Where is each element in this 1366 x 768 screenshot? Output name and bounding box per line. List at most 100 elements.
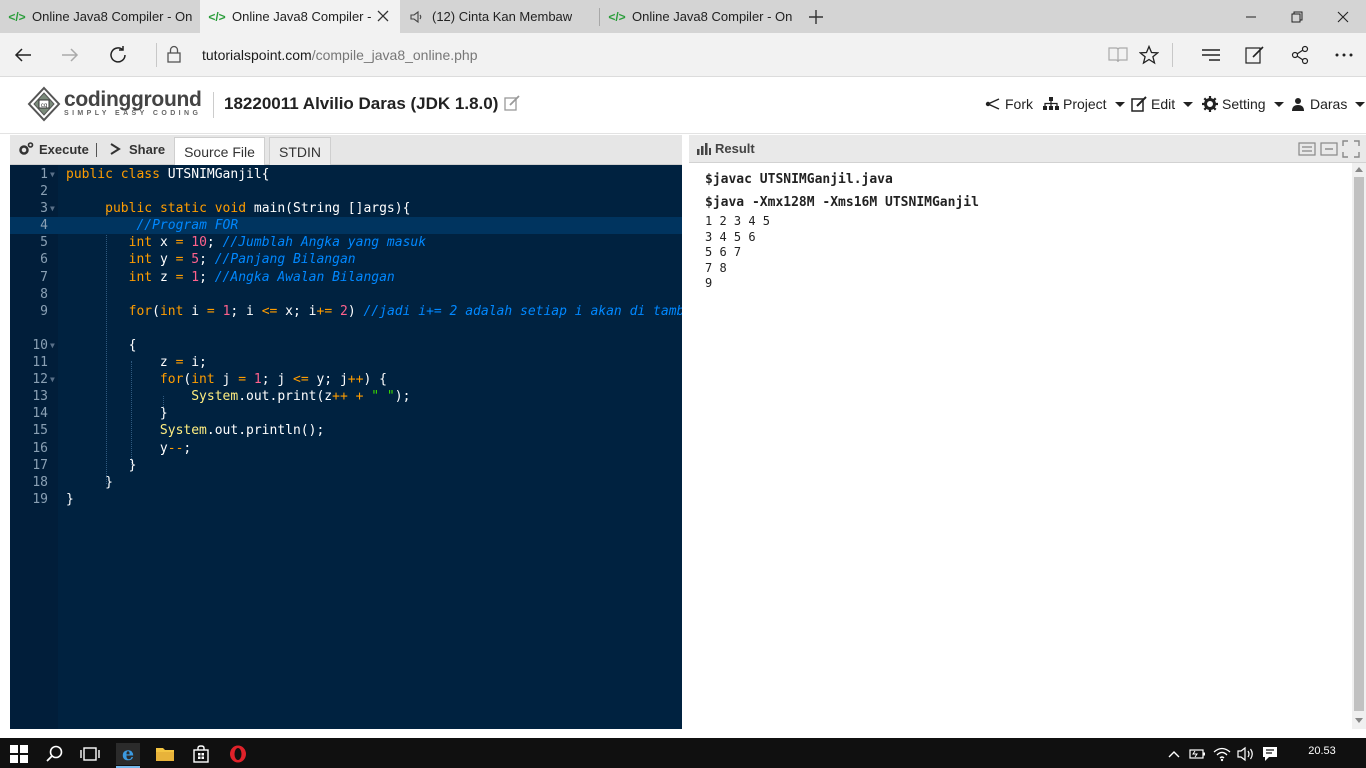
browser-tab-strip: </> Online Java8 Compiler - On </> Onlin… <box>0 0 1366 33</box>
line-number: 13 <box>32 389 48 405</box>
fold-icon[interactable]: ▼ <box>50 337 55 354</box>
codingground-logo-icon[interactable]: cg <box>26 86 62 122</box>
setting-menu[interactable]: Setting <box>1202 96 1284 112</box>
pen-note-icon <box>1245 46 1264 64</box>
hub-icon <box>1202 49 1220 61</box>
fold-icon[interactable]: ▼ <box>50 200 55 217</box>
code-line: 18 } <box>10 474 682 491</box>
back-button[interactable] <box>9 41 37 69</box>
restore-button[interactable] <box>1274 0 1320 33</box>
compile-command: $javac UTSNIMGanjil.java <box>705 172 893 187</box>
code-editor[interactable]: 1 ▼ public class UTSNIMGanjil{ 2 3 ▼ pub… <box>10 165 682 729</box>
minimize-button[interactable] <box>1228 0 1274 33</box>
battery-plug-icon <box>1189 749 1205 759</box>
start-button[interactable] <box>8 743 30 765</box>
search-button[interactable] <box>44 743 66 765</box>
brand-name[interactable]: codingground <box>64 88 202 112</box>
taskbar-clock[interactable]: 20.53 <box>1300 745 1344 757</box>
project-title: 18220011 Alvilio Daras (JDK 1.8.0) <box>224 94 499 113</box>
bar-chart-icon <box>697 142 711 155</box>
execute-button[interactable]: Execute <box>18 141 89 157</box>
scroll-down-icon[interactable] <box>1355 718 1363 724</box>
fullscreen-icon[interactable] <box>1342 140 1360 158</box>
browser-tab-3[interactable]: (12) Cinta Kan Membaw <box>400 0 598 33</box>
code-token: static <box>159 201 207 217</box>
edge-icon: e <box>121 743 135 765</box>
code-token: int <box>128 252 153 268</box>
hub-button[interactable] <box>1197 41 1225 69</box>
code-comment: //Program FOR <box>136 218 239 234</box>
store-button[interactable] <box>190 743 212 765</box>
star-icon <box>1139 45 1159 65</box>
brand-tagline: SIMPLY EASY CODING <box>64 110 202 117</box>
code-token: main(String []args){ <box>253 201 411 217</box>
close-icon[interactable] <box>376 9 390 23</box>
new-tab-icon[interactable] <box>806 7 826 27</box>
result-title: Result <box>697 141 755 156</box>
tab-source-file[interactable]: Source File <box>174 137 265 165</box>
address-bar[interactable]: tutorialspoint.com/compile_java8_online.… <box>202 44 478 66</box>
code-token: z <box>159 269 168 285</box>
refresh-button[interactable] <box>104 41 132 69</box>
file-explorer-button[interactable] <box>154 743 176 765</box>
svg-text:cg: cg <box>41 103 47 109</box>
code-line: 14 } <box>10 405 682 422</box>
show-hidden-icons-button[interactable] <box>1163 743 1185 765</box>
chevron-up-icon <box>1168 751 1180 758</box>
scrollbar-thumb[interactable] <box>1354 177 1364 711</box>
power-status-button[interactable] <box>1187 743 1209 765</box>
tab-stdin[interactable]: STDIN <box>269 137 331 165</box>
edge-taskbar-button[interactable]: e <box>116 743 140 765</box>
share-button[interactable]: Share <box>108 141 165 157</box>
refresh-icon <box>110 46 126 63</box>
browser-tab-2[interactable]: </> Online Java8 Compiler - <box>200 0 400 33</box>
browser-tab-4[interactable]: </> Online Java8 Compiler - On <box>600 0 800 33</box>
notification-icon <box>1263 747 1277 761</box>
opera-button[interactable] <box>227 743 249 765</box>
divider <box>1172 43 1173 67</box>
code-number: 10 <box>191 235 207 251</box>
minimize-icon <box>1246 16 1256 17</box>
forward-button[interactable] <box>56 41 84 69</box>
edit-menu[interactable]: Edit <box>1131 96 1194 112</box>
edit-label: Edit <box>1151 96 1176 112</box>
share-browser-button[interactable] <box>1286 41 1314 69</box>
edit-title-icon[interactable] <box>504 95 520 111</box>
speaker-icon <box>410 10 424 24</box>
action-center-button[interactable] <box>1259 743 1281 765</box>
tab-label: STDIN <box>279 143 321 160</box>
line-number: 15 <box>32 423 48 439</box>
code-line: 17 } <box>10 457 682 474</box>
code-line: 3 ▼ public static void main(String []arg… <box>10 200 682 217</box>
fold-icon[interactable]: ▼ <box>50 166 55 183</box>
result-scrollbar[interactable] <box>1352 163 1366 729</box>
code-lines: 1 ▼ public class UTSNIMGanjil{ 2 3 ▼ pub… <box>10 166 682 508</box>
more-button[interactable] <box>1330 41 1358 69</box>
fold-icon[interactable]: ▼ <box>50 371 55 388</box>
favorite-button[interactable] <box>1135 41 1163 69</box>
windows-taskbar: e 20.53 <box>0 738 1366 768</box>
windows-logo-icon <box>10 745 28 763</box>
web-note-button[interactable] <box>1241 41 1269 69</box>
project-menu[interactable]: Project <box>1043 96 1125 112</box>
line-number: 8 <box>40 286 48 302</box>
url-path: /compile_java8_online.php <box>311 47 478 63</box>
browser-tab-1[interactable]: </> Online Java8 Compiler - On <box>0 0 200 33</box>
close-window-button[interactable] <box>1320 0 1366 33</box>
line-number: 10 <box>32 337 48 353</box>
scroll-up-icon[interactable] <box>1355 166 1363 172</box>
user-menu[interactable]: Daras <box>1290 96 1366 112</box>
collapse-icon[interactable] <box>1320 140 1338 158</box>
arrow-left-icon <box>14 48 31 62</box>
result-toolbar: Result <box>689 135 1366 163</box>
fork-menu[interactable]: Fork <box>985 96 1033 112</box>
volume-button[interactable] <box>1235 743 1257 765</box>
network-button[interactable] <box>1211 743 1233 765</box>
tab-label: (12) Cinta Kan Membaw <box>432 9 573 24</box>
reading-view-button[interactable] <box>1104 41 1132 69</box>
run-command: $java -Xmx128M -Xms16M UTSNIMGanjil <box>705 195 979 210</box>
restore-icon <box>1291 11 1303 22</box>
store-bag-icon <box>193 745 209 763</box>
task-view-button[interactable] <box>79 743 101 765</box>
clear-output-icon[interactable] <box>1298 140 1316 158</box>
